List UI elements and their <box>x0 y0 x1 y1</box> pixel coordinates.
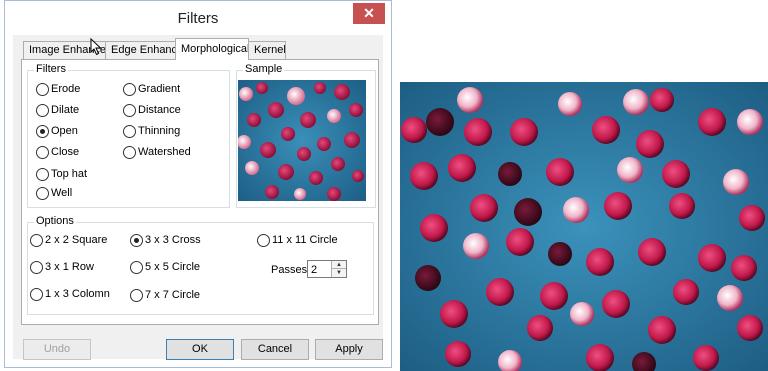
radio-label: 11 x 11 Circle <box>272 234 338 246</box>
close-icon: ✕ <box>363 5 375 21</box>
radio-label: Close <box>51 146 80 158</box>
tab-morphological[interactable]: Morphological <box>175 38 249 60</box>
radio-label: 7 x 7 Circle <box>145 289 201 301</box>
radio-circle[interactable] <box>36 168 49 181</box>
filters-group-label: Filters <box>34 63 68 75</box>
apply-button[interactable]: Apply <box>315 339 383 360</box>
radio-label: Gradient <box>138 83 181 95</box>
radio-circle[interactable] <box>36 104 49 117</box>
radio-label: Open <box>51 125 78 137</box>
cancel-button[interactable]: Cancel <box>241 339 309 360</box>
radio-circle[interactable] <box>36 146 49 159</box>
radio-circle[interactable] <box>123 104 136 117</box>
tab-label: Kernel <box>254 44 286 56</box>
mouse-pointer-icon <box>90 38 102 56</box>
options-group: Options 2 x 2 Square 3 x 1 Row 1 x 3 Col… <box>27 215 374 315</box>
radio-circle[interactable] <box>130 261 143 274</box>
radio-label: 2 x 2 Square <box>45 234 108 246</box>
sample-group-label: Sample <box>243 63 285 75</box>
radio-label: Erode <box>51 83 81 95</box>
radio-circle[interactable] <box>123 146 136 159</box>
filters-group: Filters Erode Dilate Open Close Top hat … <box>27 63 230 208</box>
ok-button[interactable]: OK <box>166 339 234 360</box>
preview-image <box>400 82 768 371</box>
passes-stepper[interactable]: ▲ ▼ <box>307 260 347 278</box>
passes-input[interactable] <box>311 263 331 276</box>
radio-circle[interactable] <box>36 187 49 200</box>
radio-label: Well <box>51 187 73 199</box>
sample-thumbnail-image <box>238 80 366 201</box>
radio-circle[interactable] <box>257 234 270 247</box>
radio-circle[interactable] <box>30 261 43 274</box>
tab-label: Edge Enhance <box>111 44 177 56</box>
tab-kernel[interactable]: Kernel <box>248 41 286 59</box>
chevron-down-icon[interactable]: ▼ <box>332 269 346 277</box>
radio-circle[interactable] <box>30 288 43 301</box>
radio-circle[interactable] <box>123 125 136 138</box>
radio-circle-selected[interactable] <box>130 234 143 247</box>
radio-label: Thinning <box>138 125 181 137</box>
chevron-up-icon[interactable]: ▲ <box>332 261 346 269</box>
radio-label: 5 x 5 Circle <box>145 261 201 273</box>
radio-circle[interactable] <box>123 83 136 96</box>
dialog-title: Filters <box>177 10 219 27</box>
radio-circle[interactable] <box>36 83 49 96</box>
radio-circle-selected[interactable] <box>36 125 49 138</box>
tab-edge-enhance[interactable]: Edge Enhance <box>105 41 177 59</box>
passes-label: Passes <box>271 264 308 276</box>
tab-label: Morphological <box>181 43 249 55</box>
close-button[interactable]: ✕ <box>353 3 385 24</box>
radio-label: Top hat <box>51 168 88 180</box>
options-group-label: Options <box>34 215 76 227</box>
radio-label: 3 x 1 Row <box>45 261 94 273</box>
undo-button[interactable]: Undo <box>23 339 91 360</box>
title-bar[interactable]: Filters ✕ <box>5 1 391 35</box>
radio-label: Watershed <box>138 146 191 158</box>
radio-label: 1 x 3 Colomn <box>45 288 110 300</box>
radio-circle[interactable] <box>30 234 43 247</box>
radio-circle[interactable] <box>130 289 143 302</box>
radio-label: Dilate <box>51 104 80 116</box>
stepper-buttons: ▲ ▼ <box>331 261 346 277</box>
radio-label: 3 x 3 Cross <box>145 234 201 246</box>
radio-label: Distance <box>138 104 181 116</box>
